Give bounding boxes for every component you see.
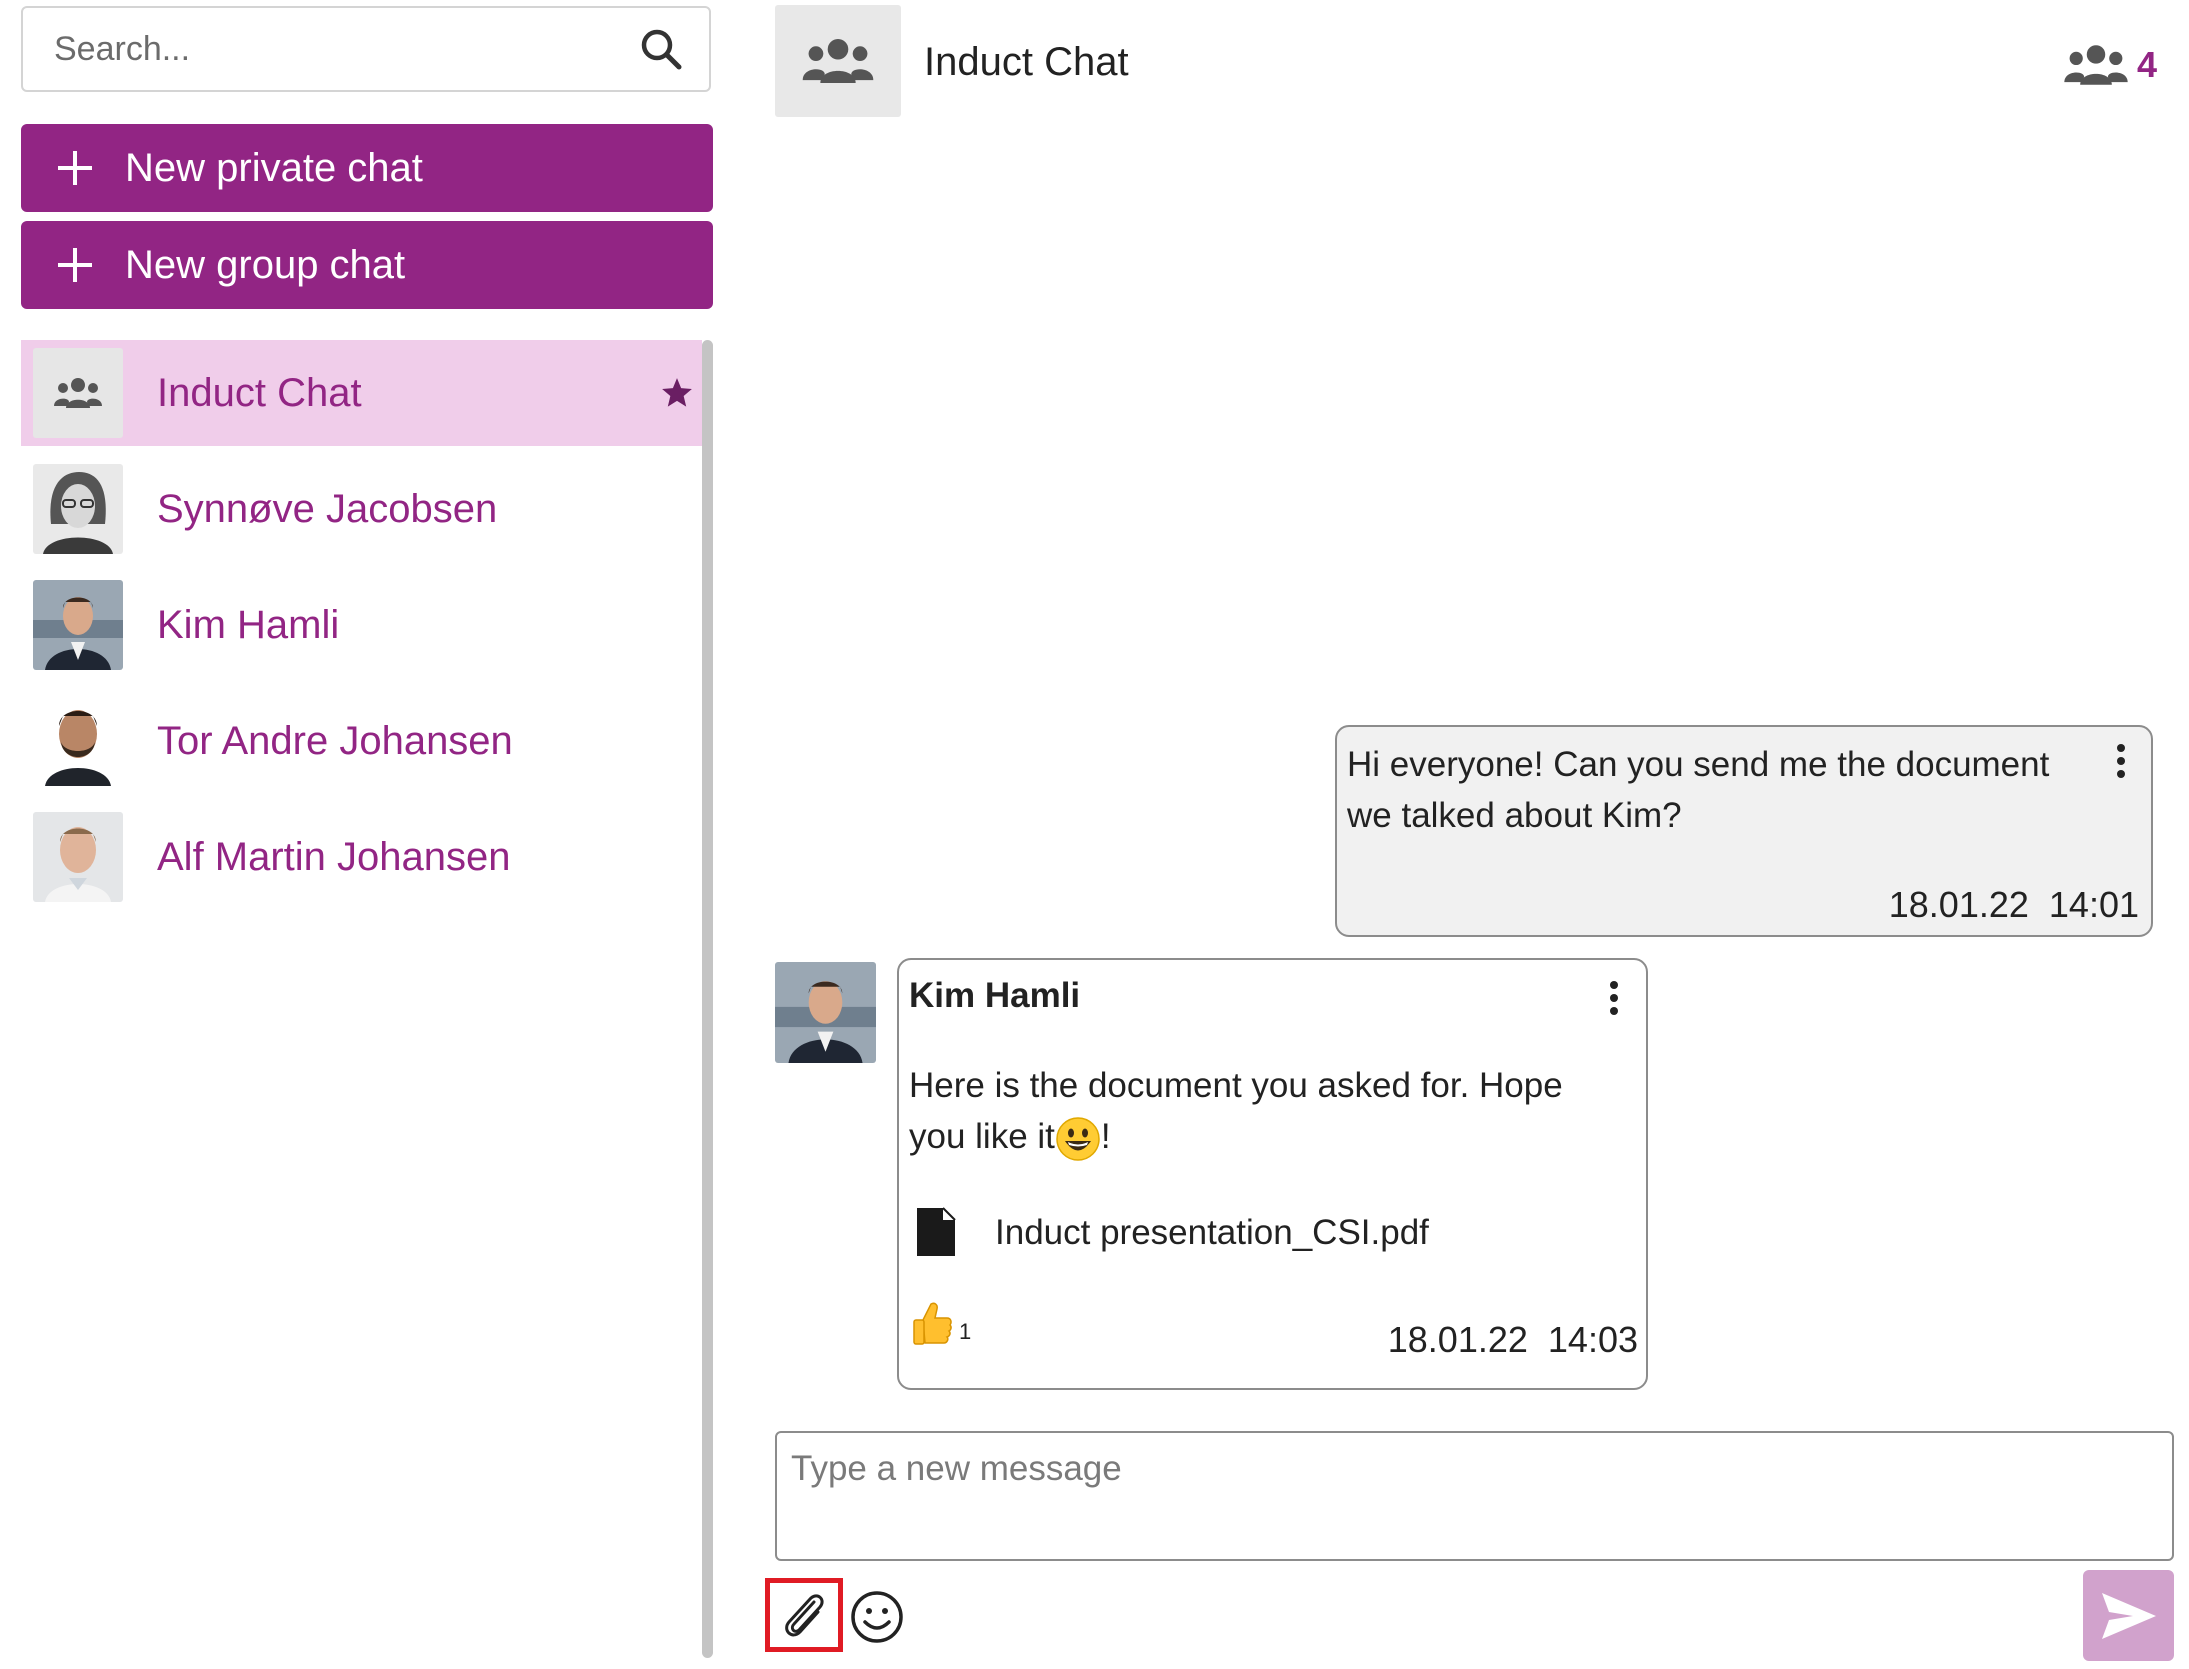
sender-name: Kim Hamli	[909, 976, 1081, 1015]
more-vertical-icon[interactable]	[1608, 980, 1620, 1016]
sidebar-scrollbar[interactable]	[702, 340, 713, 1658]
avatar	[33, 580, 123, 670]
plus-icon	[58, 151, 92, 185]
chat-item-tor-andre-johansen[interactable]: Tor Andre Johansen	[21, 688, 702, 794]
message-time: 14:01	[2048, 884, 2139, 925]
chat-name: Induct Chat	[157, 370, 362, 415]
chat-title: Induct Chat	[924, 40, 1129, 84]
new-private-chat-button[interactable]: New private chat	[21, 124, 713, 212]
new-private-chat-label: New private chat	[125, 145, 423, 190]
star-icon[interactable]	[660, 376, 694, 410]
avatar	[33, 812, 123, 902]
reaction-badge[interactable]: 1	[911, 1300, 971, 1357]
search-input[interactable]	[23, 7, 637, 91]
chat-list: Induct Chat Synnøve Jacobsen Kim Hamli T…	[21, 340, 702, 920]
message-timestamp: 18.01.22 14:03	[1388, 1320, 1638, 1360]
chat-item-alf-martin-johansen[interactable]: Alf Martin Johansen	[21, 804, 702, 910]
message-own: Hi everyone! Can you send me the documen…	[1335, 725, 2153, 937]
message-text-part: Here is the document you asked for. Hope…	[909, 1066, 1563, 1156]
sender-avatar	[775, 962, 876, 1063]
chat-item-induct-chat[interactable]: Induct Chat	[21, 340, 702, 446]
send-icon	[2101, 1592, 2156, 1639]
chat-name: Tor Andre Johansen	[157, 718, 513, 763]
message-received: Kim Hamli Here is the document you asked…	[897, 958, 1648, 1390]
chat-item-synnove-jacobsen[interactable]: Synnøve Jacobsen	[21, 456, 702, 562]
attach-file-button[interactable]	[765, 1578, 843, 1652]
message-text-part: !	[1100, 1117, 1111, 1156]
plus-icon	[58, 248, 92, 282]
paperclip-icon	[785, 1594, 824, 1637]
group-avatar	[33, 348, 123, 438]
members-button[interactable]: 4	[2063, 42, 2157, 88]
message-timestamp: 18.01.22 14:01	[1889, 885, 2139, 925]
chat-name: Kim Hamli	[157, 602, 340, 647]
avatar	[33, 696, 123, 786]
new-group-chat-label: New group chat	[125, 242, 406, 287]
message-input[interactable]	[775, 1431, 2174, 1561]
header-group-avatar	[775, 5, 901, 117]
attachment-link[interactable]: Induct presentation_CSI.pdf	[915, 1206, 1429, 1258]
file-icon	[917, 1207, 956, 1256]
emoji-picker-icon[interactable]	[850, 1590, 904, 1644]
users-group-icon	[54, 378, 102, 408]
message-date: 18.01.22	[1387, 1319, 1528, 1360]
chat-name: Alf Martin Johansen	[157, 834, 511, 879]
chat-item-kim-hamli[interactable]: Kim Hamli	[21, 572, 702, 678]
thumbs-up-icon	[913, 1302, 952, 1345]
grinning-face-emoji-icon	[1056, 1117, 1100, 1161]
avatar	[33, 464, 123, 554]
users-group-icon	[2064, 45, 2128, 85]
send-button[interactable]	[2083, 1570, 2174, 1661]
message-date: 18.01.22	[1888, 884, 2029, 925]
message-text: Hi everyone! Can you send me the documen…	[1347, 745, 2050, 835]
attachment-filename: Induct presentation_CSI.pdf	[995, 1212, 1429, 1252]
message-time: 14:03	[1547, 1319, 1638, 1360]
search-box[interactable]	[21, 6, 711, 92]
users-group-icon	[802, 38, 874, 84]
new-group-chat-button[interactable]: New group chat	[21, 221, 713, 309]
message-text: Here is the document you asked for. Hope…	[909, 1060, 1626, 1162]
chat-name: Synnøve Jacobsen	[157, 486, 498, 531]
reaction-count: 1	[959, 1319, 972, 1344]
member-count: 4	[2136, 44, 2157, 85]
search-icon[interactable]	[637, 25, 685, 73]
more-vertical-icon[interactable]	[2115, 743, 2127, 779]
